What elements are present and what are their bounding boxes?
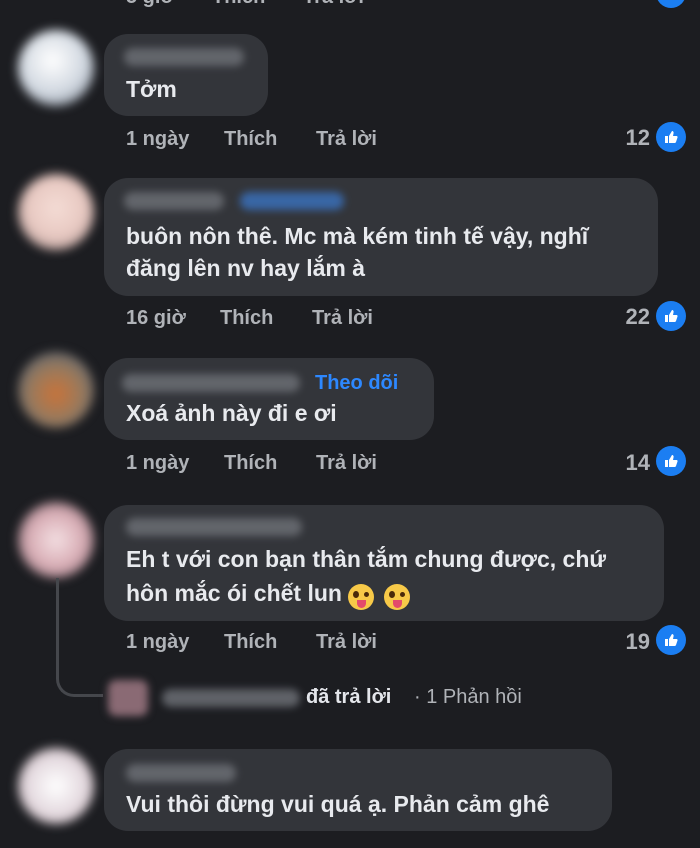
comment-time: 16 giờ [126,307,186,329]
comment-text: Xoá ảnh này đi e ơi [126,400,337,426]
comment-text-line-with-emoji: hôn mắc ói chết lun [126,575,410,611]
commenter-badge [240,192,344,210]
zany-face-emoji-icon [383,583,410,610]
partial-meta-row [126,836,386,848]
comment-time: 1 ngày [126,128,190,150]
reply-summary[interactable]: đã trả lời · 1 Phản hồi [104,678,544,718]
comment-time: 1 ngày [126,631,190,653]
reply-thread-line [56,578,103,697]
comment-text-line: buôn nôn thê. Mc mà kém tinh tế vậy, ngh… [126,223,589,249]
comment-text: Vui thôi đừng vui quá ạ. Phản cảm ghê [126,791,550,817]
avatar[interactable] [18,502,94,578]
like-reaction-icon[interactable] [656,625,686,655]
comment-text: Tởm [126,76,177,102]
reaction-count[interactable]: 19 [610,629,650,655]
comment-time: 1 ngày [126,452,190,474]
zany-face-emoji-icon [347,583,374,610]
like-button[interactable]: Thích [224,452,277,475]
like-button[interactable]: Thích [212,0,265,9]
reply-button[interactable]: Trả lời [316,128,377,151]
reaction-count[interactable]: 12 [610,125,650,151]
comment-time: 5 giờ [126,0,175,9]
like-button[interactable]: Thích [224,128,277,151]
commenter-name[interactable] [124,48,244,66]
replied-label: đã trả lời [306,686,392,708]
avatar[interactable] [18,30,94,106]
commenter-name[interactable] [124,192,224,210]
reply-button[interactable]: Trả lời [303,0,364,9]
comment-text-line: Eh t với con bạn thân tắm chung được, ch… [126,546,607,572]
commenter-name[interactable] [126,518,302,536]
avatar[interactable] [18,174,94,250]
like-reaction-icon [656,0,686,8]
like-reaction-icon[interactable] [656,446,686,476]
reply-count: · 1 Phản hồi [414,686,522,708]
like-reaction-icon[interactable] [656,122,686,152]
like-button[interactable]: Thích [220,307,273,330]
like-reaction-icon[interactable] [656,301,686,331]
comment-text-line: đăng lên nv hay lắm à [126,255,366,281]
reply-button[interactable]: Trả lời [316,631,377,654]
avatar[interactable] [18,352,94,428]
reaction-count[interactable]: 22 [610,304,650,330]
replier-avatar [108,680,148,716]
avatar[interactable] [18,748,94,824]
commenter-name[interactable] [126,764,236,782]
replier-name [162,689,300,707]
reaction-count[interactable]: 14 [610,450,650,476]
reply-button[interactable]: Trả lời [312,307,373,330]
comment-text-line: hôn mắc ói chết lun [126,580,342,606]
follow-link[interactable]: Theo dõi [315,372,398,395]
like-button[interactable]: Thích [224,631,277,654]
reply-button[interactable]: Trả lời [316,452,377,475]
commenter-name[interactable] [122,374,300,392]
